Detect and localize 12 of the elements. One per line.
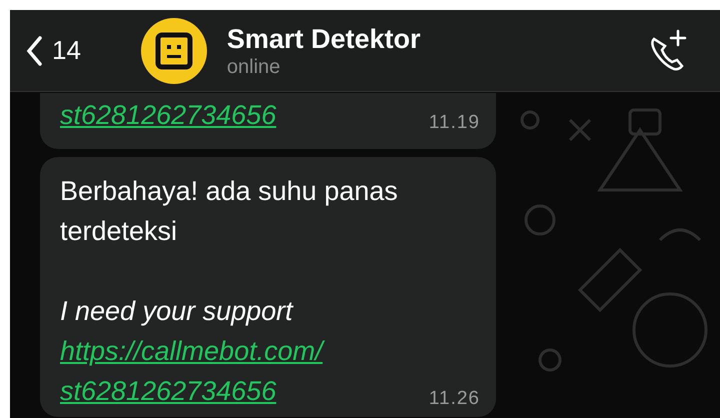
message-time: 11.26: [428, 387, 480, 411]
message-text: Berbahaya! ada suhu panas terdeteksi: [60, 175, 399, 248]
link[interactable]: https://callmebot.com/: [60, 331, 323, 371]
back-button[interactable]: 14: [26, 31, 81, 70]
presence-status: online: [226, 54, 282, 78]
back-chevron-icon: [26, 36, 42, 66]
robot-face-avatar-icon[interactable]: [140, 18, 207, 84]
link[interactable]: st6281262734656: [60, 371, 276, 411]
link[interactable]: st6281262734656: [60, 95, 276, 135]
message-text: I need your support: [60, 295, 293, 328]
contact-name[interactable]: Smart Detektor: [226, 22, 420, 54]
message-time: 11.19: [428, 111, 480, 135]
